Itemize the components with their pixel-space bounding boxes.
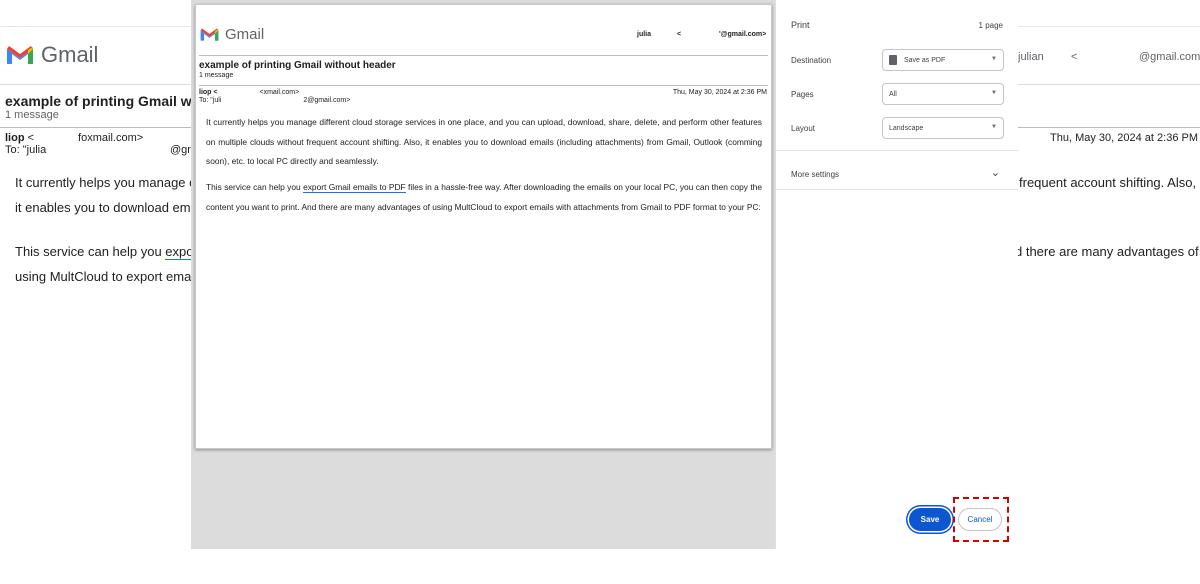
more-settings-toggle[interactable]: More settings — [791, 170, 839, 179]
save-button[interactable]: Save — [909, 508, 951, 531]
recipient-domain: @gn — [170, 144, 194, 156]
preview-divider-2 — [199, 85, 768, 86]
body-line-3-right: d there are many advantages of — [1015, 244, 1199, 259]
preview-paragraph-1: It currently helps you manage different … — [206, 117, 762, 167]
document-icon — [889, 55, 897, 65]
body-line-4: using MultCloud to export email — [15, 269, 198, 284]
destination-label: Destination — [791, 56, 832, 65]
layout-select[interactable]: Landscape ▼ — [882, 117, 1004, 139]
gmail-wordmark: Gmail — [41, 42, 99, 67]
preview-sender-domain: <xmail.com> — [259, 89, 300, 96]
body-line-1-right: frequent account shifting. Also, — [1019, 175, 1197, 190]
print-title: Print — [791, 20, 810, 30]
pages-label: Pages — [791, 90, 814, 99]
print-settings-panel: Print 1 page Destination Save as PDF ▼ P… — [775, 0, 1018, 549]
preview-sender: liop < <xmail.com> — [199, 89, 299, 96]
settings-divider — [776, 150, 1018, 151]
layout-label: Layout — [791, 124, 816, 133]
email-date: Thu, May 30, 2024 at 2:36 PM — [1050, 132, 1198, 144]
preview-recipient-name: To: "juli — [199, 97, 222, 104]
dropdown-arrow-icon: ▼ — [991, 56, 997, 62]
preview-user-name: julia — [637, 31, 652, 38]
settings-divider-2 — [776, 189, 1018, 190]
message-count: 1 message — [5, 109, 59, 121]
sender-domain: foxmail.com> — [78, 132, 144, 144]
header-lt: < — [1071, 51, 1078, 63]
preview-date: Thu, May 30, 2024 at 2:36 PM — [672, 89, 767, 96]
sender-line: liop < foxmail.com> — [5, 132, 143, 144]
preview-export-link: export Gmail emails to PDF — [303, 182, 406, 193]
dropdown-arrow-icon: ▼ — [991, 90, 997, 96]
sender-name: liop — [5, 132, 25, 144]
preview-user-email: '@gmail.com> — [719, 31, 767, 38]
chevron-down-icon[interactable]: ⌄ — [991, 166, 1000, 179]
pages-value: All — [889, 90, 897, 98]
gmail-m-icon — [200, 28, 219, 41]
cancel-highlight-box — [953, 497, 1009, 542]
gmail-m-icon — [7, 46, 33, 64]
destination-value: Save as PDF — [904, 56, 946, 64]
pages-select[interactable]: All ▼ — [882, 83, 1004, 105]
body-line-1: It currently helps you manage c — [15, 175, 196, 190]
sender-lt: < — [24, 132, 35, 144]
gmail-logo: Gmail — [5, 42, 98, 68]
preview-recipient-email: 2@gmail.com> — [303, 97, 351, 104]
body-line-2: it enables you to download ema — [15, 200, 198, 215]
preview-sender-name: liop < — [199, 89, 218, 96]
preview-user-lt: < — [677, 31, 682, 38]
preview-divider — [199, 55, 768, 56]
print-preview-page: Gmail julia < '@gmail.com> example of pr… — [195, 4, 772, 449]
recipient-line: To: "julia — [5, 144, 47, 156]
preview-paragraph-2: This service can help you export Gmail e… — [206, 178, 762, 217]
body-line-3: This service can help you expor — [15, 244, 198, 260]
dropdown-arrow-icon: ▼ — [991, 124, 997, 130]
preview-subject: example of printing Gmail without header — [199, 60, 396, 71]
preview-recipient: To: "juli 2@gmail.com> — [199, 97, 350, 104]
destination-select[interactable]: Save as PDF ▼ — [882, 49, 1004, 71]
page-count: 1 page — [978, 21, 1003, 30]
preview-wordmark: Gmail — [225, 26, 265, 43]
body-text: This service can help you — [15, 244, 166, 259]
header-user: julian — [1018, 51, 1044, 63]
layout-value: Landscape — [889, 124, 924, 132]
preview-message-count: 1 message — [199, 72, 234, 79]
email-subject: example of printing Gmail w — [5, 93, 192, 109]
preview-gmail-logo: Gmail — [199, 26, 264, 43]
preview-text: This service can help you — [206, 182, 304, 192]
header-email: @gmail.com> — [1139, 51, 1200, 63]
